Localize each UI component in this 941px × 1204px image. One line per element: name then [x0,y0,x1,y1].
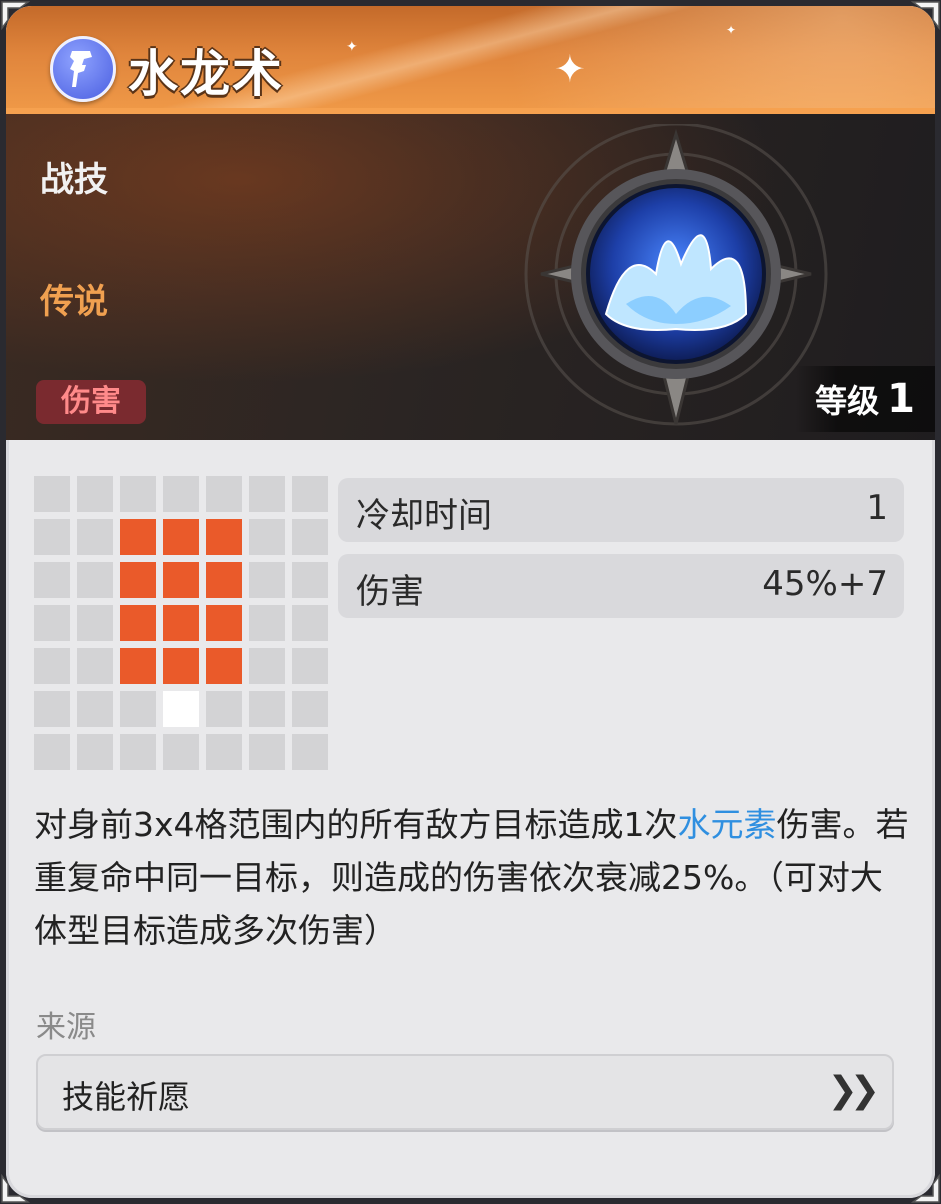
source-button[interactable]: 技能祈愿 ❯❯ [36,1054,894,1130]
damage-tag-badge: 伤害 [36,380,146,424]
attack-range-grid [34,476,328,770]
stat-label: 冷却时间 [356,496,492,536]
grid-cell-hit [163,519,199,555]
grid-cell-hit [206,519,242,555]
grid-cell-empty [120,476,156,512]
grid-cell-hit [120,605,156,641]
source-label: 来源 [36,1010,96,1045]
grid-cell-hit [206,562,242,598]
grid-cell-hit [163,562,199,598]
corner-ornament-icon [911,1174,940,1203]
grid-cell-hit [206,648,242,684]
grid-cell-empty [163,734,199,770]
skill-card: ✦ ✦ ✦ 水龙术 战技 传说 伤害 等级 1 冷却时间 1 伤害 45%+7 … [6,6,935,1198]
level-indicator: 等级 1 [795,366,935,432]
grid-cell-empty [34,605,70,641]
grid-cell-empty [77,691,113,727]
sparkle-icon: ✦ [726,23,737,37]
grid-cell-empty [77,734,113,770]
grid-cell-empty [77,476,113,512]
corner-ornament-icon [1,1174,30,1203]
grid-cell-empty [292,562,328,598]
grid-cell-empty [34,476,70,512]
level-label: 等级 [815,382,880,420]
skill-kind-label: 战技 [40,160,108,200]
stat-value: 1 [866,488,888,528]
grid-cell-empty [249,519,285,555]
grid-cell-empty [249,562,285,598]
grid-cell-empty [34,734,70,770]
description-text: 对身前3x4格范围内的所有敌方目标造成1次 [34,805,678,844]
grid-cell-hit [120,562,156,598]
grid-cell-hit [163,605,199,641]
corner-ornament-icon [1,1,30,30]
staff-rune-icon [50,36,116,102]
grid-cell-empty [206,734,242,770]
grid-cell-empty [249,648,285,684]
grid-cell-empty [163,476,199,512]
grid-cell-empty [249,476,285,512]
double-chevron-right-icon: ❯❯ [827,1070,880,1111]
grid-cell-empty [249,691,285,727]
skill-banner: 战技 传说 伤害 等级 1 [6,114,935,440]
grid-cell-hit [120,519,156,555]
grid-cell-empty [34,691,70,727]
skill-title: 水龙术 [128,45,284,103]
grid-cell-self [163,691,199,727]
sparkle-icon: ✦ [346,39,358,55]
grid-cell-empty [206,476,242,512]
grid-cell-empty [292,691,328,727]
grid-cell-empty [249,605,285,641]
sparkle-icon: ✦ [554,47,586,91]
grid-cell-empty [249,734,285,770]
grid-cell-hit [206,605,242,641]
source-button-label: 技能祈愿 [62,1078,191,1116]
skill-description: 对身前3x4格范围内的所有敌方目标造成1次水元素伤害。若重复命中同一目标，则造成… [34,798,914,957]
grid-cell-empty [120,734,156,770]
grid-cell-empty [292,476,328,512]
grid-cell-empty [292,734,328,770]
grid-cell-empty [120,691,156,727]
card-header: ✦ ✦ ✦ 水龙术 [6,6,935,114]
stat-row-damage: 伤害 45%+7 [338,554,904,618]
element-keyword[interactable]: 水元素 [678,805,777,844]
stat-value: 45%+7 [762,564,888,604]
grid-cell-empty [292,648,328,684]
grid-cell-empty [77,562,113,598]
grid-cell-empty [292,605,328,641]
grid-cell-empty [77,648,113,684]
grid-cell-empty [77,605,113,641]
grid-cell-empty [34,519,70,555]
level-value: 1 [887,376,915,422]
grid-cell-empty [34,562,70,598]
grid-cell-hit [120,648,156,684]
corner-ornament-icon [911,1,940,30]
grid-cell-empty [77,519,113,555]
grid-cell-empty [292,519,328,555]
grid-cell-hit [163,648,199,684]
stat-label: 伤害 [356,572,424,612]
rarity-label: 传说 [40,282,108,322]
grid-cell-empty [34,648,70,684]
stat-row-cooldown: 冷却时间 1 [338,478,904,542]
grid-cell-empty [206,691,242,727]
